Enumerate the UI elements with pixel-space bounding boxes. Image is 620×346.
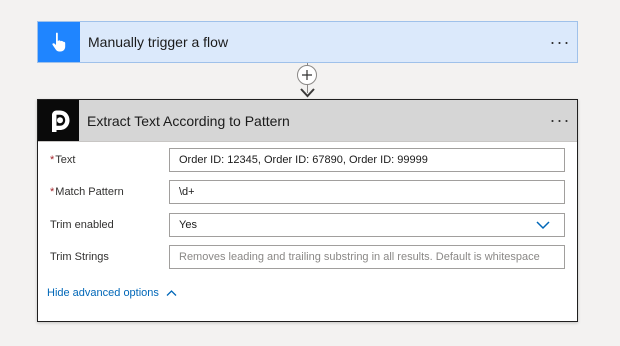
field-row-trim-enabled: Trim enabled Yes xyxy=(38,213,577,237)
trim-strings-field-label: Trim Strings xyxy=(50,251,109,263)
plumsail-logo-icon xyxy=(38,100,79,141)
trigger-card[interactable]: Manually trigger a flow ··· xyxy=(37,21,578,63)
trim-enabled-field-label: Trim enabled xyxy=(50,219,114,231)
trigger-title: Manually trigger a flow xyxy=(88,34,229,50)
advanced-options-label: Hide advanced options xyxy=(47,287,159,299)
trim-enabled-dropdown[interactable]: Yes xyxy=(169,213,565,237)
action-title: Extract Text According to Pattern xyxy=(87,112,290,129)
field-row-match-pattern: *Match Pattern \d+ xyxy=(38,180,577,204)
arrow-down-icon xyxy=(300,88,315,98)
match-pattern-input[interactable]: \d+ xyxy=(169,180,565,204)
field-row-trim-strings: Trim Strings Removes leading and trailin… xyxy=(38,245,577,269)
text-field-label: *Text xyxy=(50,154,76,166)
trigger-more-options-button[interactable]: ··· xyxy=(543,22,577,62)
add-step-button[interactable] xyxy=(297,65,317,85)
action-card: Extract Text According to Pattern ··· *T… xyxy=(37,99,578,322)
plus-icon xyxy=(302,70,312,80)
ellipsis-icon: ··· xyxy=(549,31,571,52)
required-marker: * xyxy=(50,154,55,166)
action-more-options-button[interactable]: ··· xyxy=(543,100,577,141)
required-marker: * xyxy=(50,186,55,198)
chevron-up-icon xyxy=(166,290,177,296)
field-row-text: *Text Order ID: 12345, Order ID: 67890, … xyxy=(38,148,577,172)
chevron-down-icon xyxy=(536,221,550,230)
text-input[interactable]: Order ID: 12345, Order ID: 67890, Order … xyxy=(169,148,565,172)
hide-advanced-options-link[interactable]: Hide advanced options xyxy=(47,287,177,299)
match-pattern-field-label: *Match Pattern xyxy=(50,186,124,198)
action-header[interactable]: Extract Text According to Pattern ··· xyxy=(38,100,577,142)
hand-touch-icon xyxy=(38,22,80,62)
trim-enabled-value: Yes xyxy=(179,219,197,231)
trim-strings-input[interactable]: Removes leading and trailing substring i… xyxy=(169,245,565,269)
ellipsis-icon: ··· xyxy=(549,110,571,130)
